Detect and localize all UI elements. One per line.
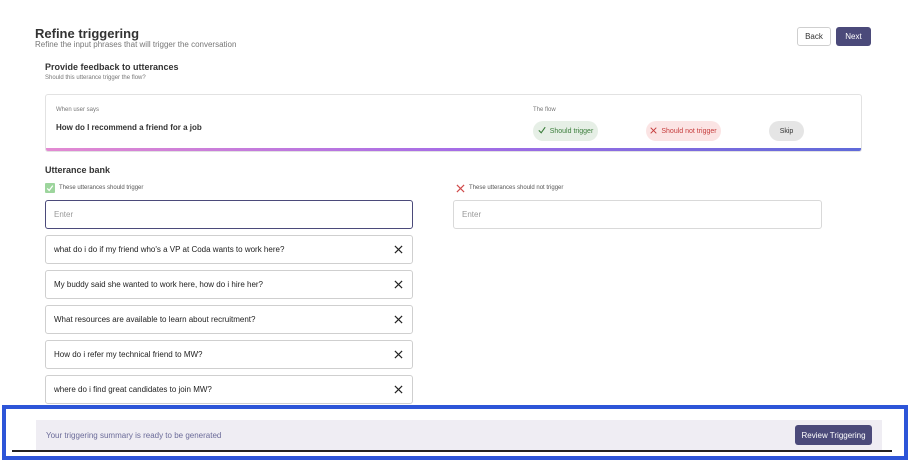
remove-icon[interactable] (392, 279, 404, 291)
page-subtitle: Refine the input phrases that will trigg… (35, 40, 237, 49)
not-trigger-column-label: These utterances should not trigger (469, 185, 564, 191)
next-button[interactable]: Next (836, 27, 871, 46)
remove-icon[interactable] (392, 349, 404, 361)
should-not-trigger-button[interactable]: Should not trigger (646, 121, 721, 141)
utterance-text: My buddy said she wanted to work here, h… (54, 280, 264, 289)
utterance-text: How do i refer my technical friend to MW… (54, 350, 203, 359)
current-utterance: How do I recommend a friend for a job (56, 123, 202, 132)
not-trigger-column-heading: These utterances should not trigger (455, 183, 563, 193)
when-user-says-label: When user says (56, 107, 100, 113)
utterance-text: where do i find great candidates to join… (54, 385, 212, 394)
checkbox-checked-icon (45, 183, 55, 193)
bottom-divider (12, 450, 892, 452)
x-icon (455, 183, 465, 193)
remove-icon[interactable] (392, 314, 404, 326)
feedback-subtitle: Should this utterance trigger the flow? (45, 75, 146, 81)
trigger-column-label: These utterances should trigger (59, 185, 144, 191)
trigger-utterance-input[interactable] (45, 200, 413, 229)
remove-icon[interactable] (392, 384, 404, 396)
feedback-title: Provide feedback to utterances (45, 62, 179, 72)
list-item: My buddy said she wanted to work here, h… (45, 270, 413, 299)
summary-text: Your triggering summary is ready to be g… (46, 430, 222, 440)
trigger-utterance-list: what do i do if my friend who's a VP at … (45, 235, 413, 410)
card-progress-bar (46, 148, 861, 151)
trigger-column-heading: These utterances should trigger (45, 183, 143, 193)
list-item: How do i refer my technical friend to MW… (45, 340, 413, 369)
remove-icon[interactable] (392, 244, 404, 256)
list-item: What resources are available to learn ab… (45, 305, 413, 334)
utterance-bank-title: Utterance bank (45, 165, 111, 175)
flow-label: The flow (533, 107, 556, 113)
should-not-trigger-label: Should not trigger (661, 127, 717, 135)
not-trigger-utterance-input[interactable] (453, 200, 822, 229)
review-triggering-button[interactable]: Review Triggering (795, 425, 872, 445)
should-trigger-button[interactable]: Should trigger (533, 121, 598, 141)
check-icon (538, 126, 546, 136)
skip-button[interactable]: Skip (769, 121, 804, 141)
close-icon (650, 126, 658, 136)
feedback-card: When user says How do I recommend a frie… (45, 94, 862, 152)
back-button[interactable]: Back (797, 27, 831, 46)
summary-highlight-frame: Your triggering summary is ready to be g… (2, 405, 908, 460)
utterance-text: What resources are available to learn ab… (54, 315, 256, 324)
utterance-text: what do i do if my friend who's a VP at … (54, 245, 285, 254)
page-title: Refine triggering (35, 26, 140, 41)
should-trigger-label: Should trigger (549, 127, 594, 135)
list-item: where do i find great candidates to join… (45, 375, 413, 404)
list-item: what do i do if my friend who's a VP at … (45, 235, 413, 264)
summary-bar: Your triggering summary is ready to be g… (36, 420, 882, 452)
